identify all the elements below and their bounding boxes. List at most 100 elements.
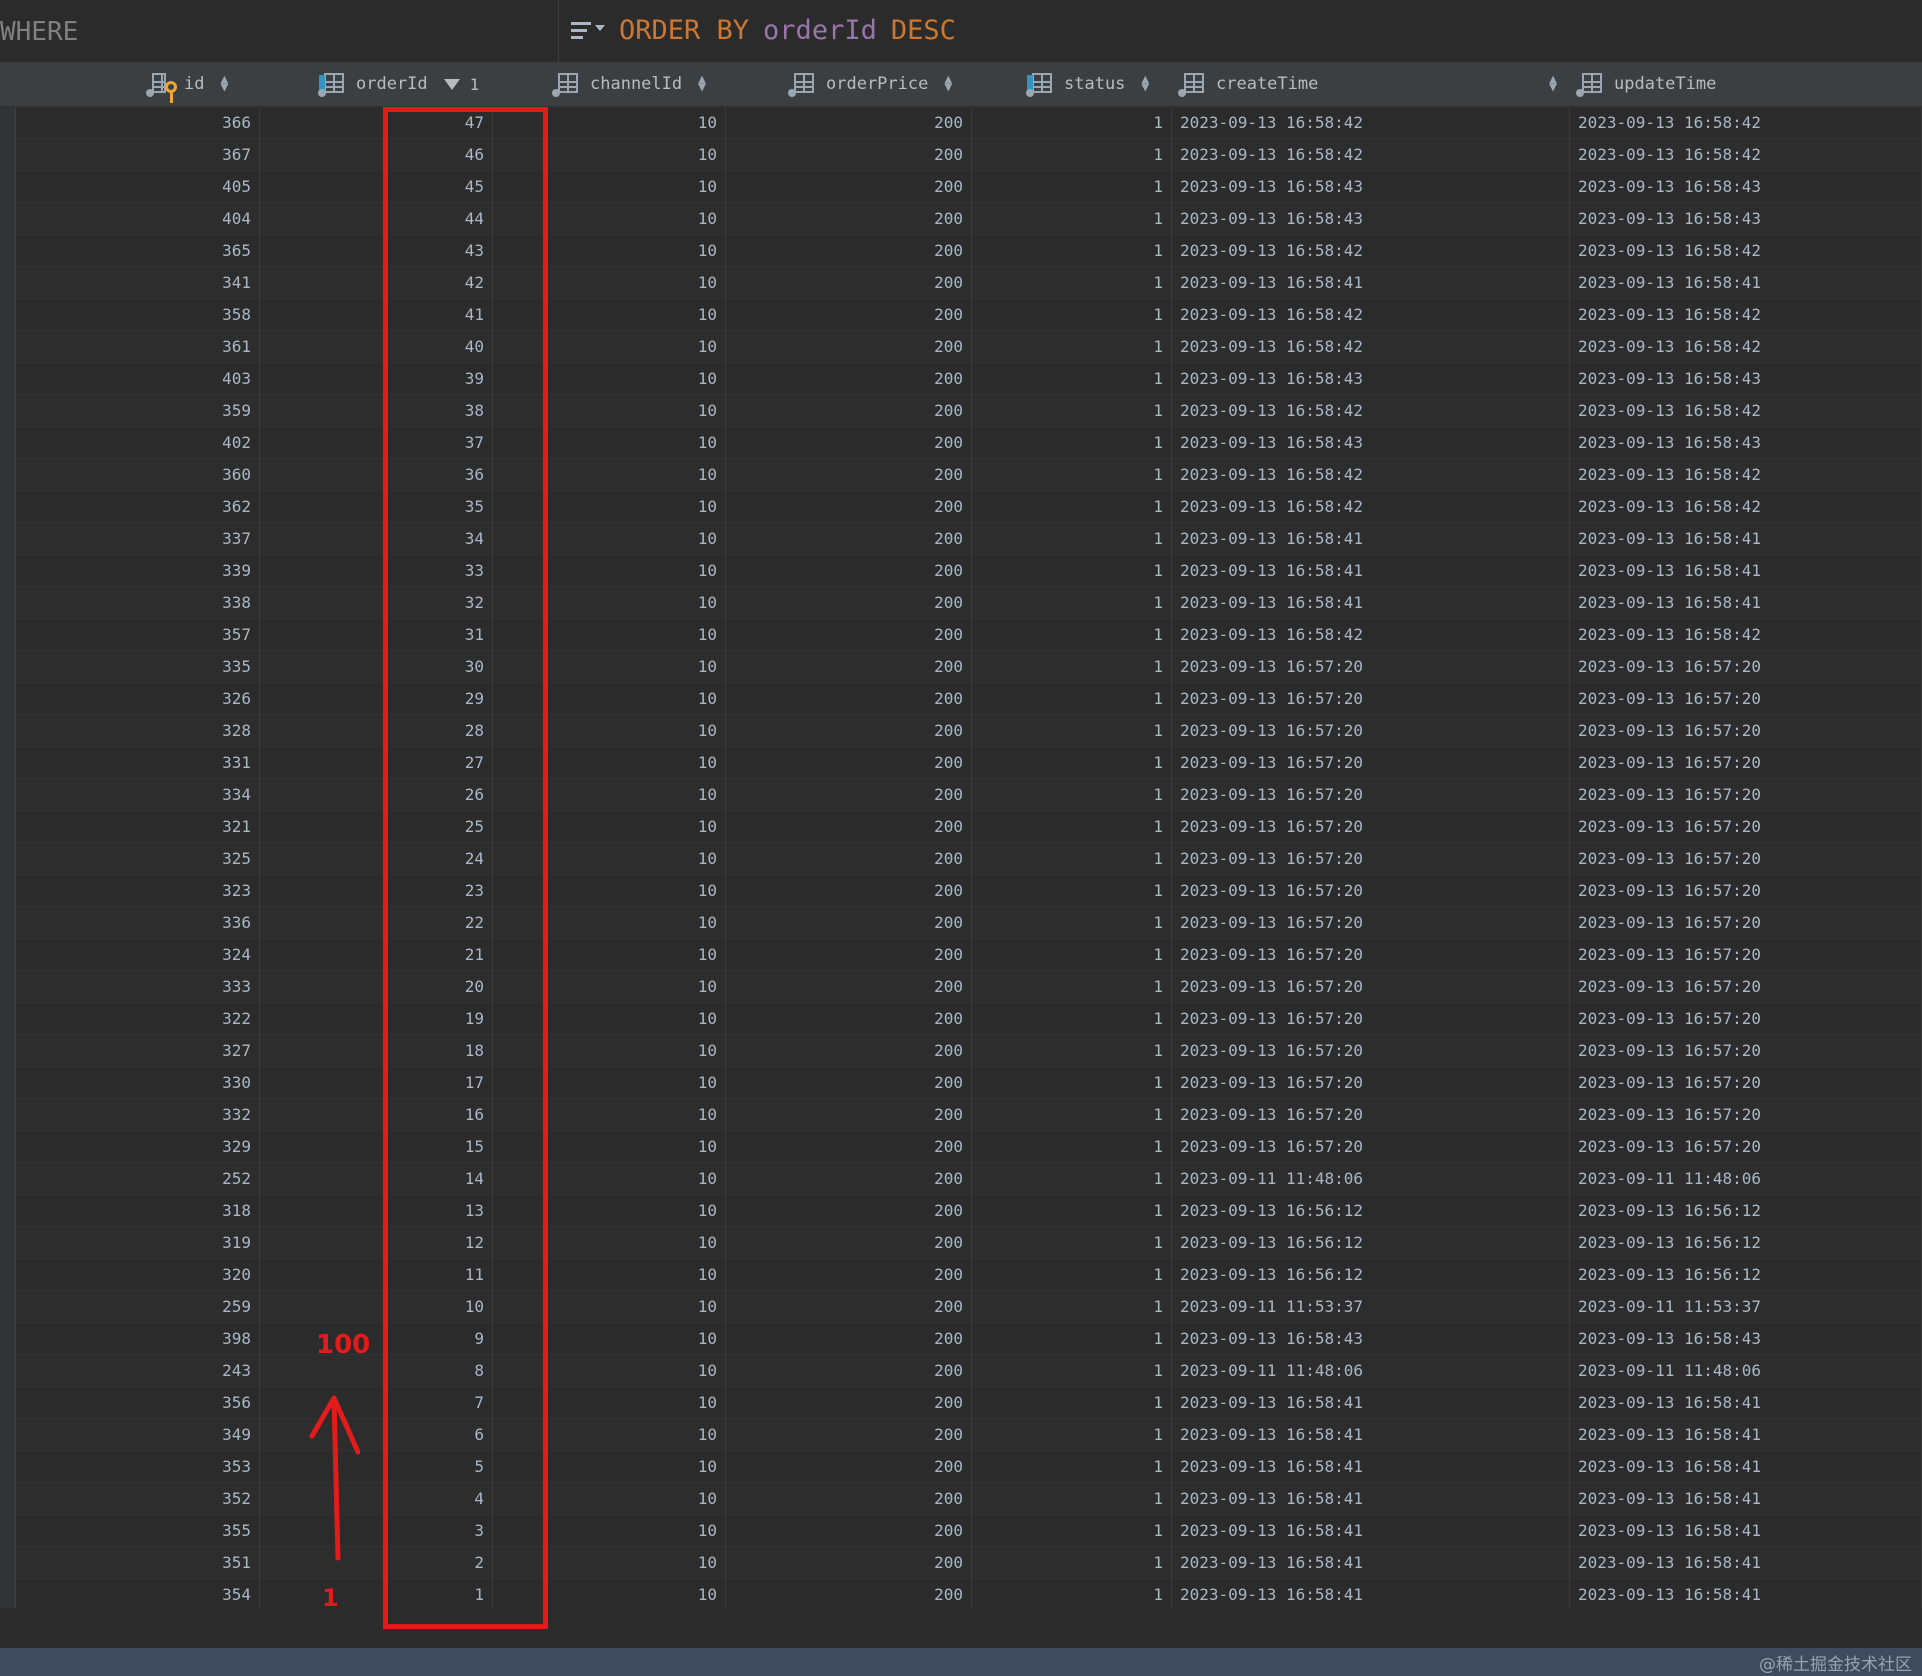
cell-orderId[interactable]: 6 [260, 1419, 493, 1451]
cell-channelId[interactable]: 10 [493, 235, 726, 267]
cell-createTime[interactable]: 2023-09-13 16:58:41 [1172, 1483, 1570, 1515]
cell-orderPrice[interactable]: 200 [726, 971, 972, 1003]
cell-orderId[interactable]: 45 [260, 171, 493, 203]
row-gutter[interactable] [0, 779, 16, 811]
cell-orderId[interactable]: 26 [260, 779, 493, 811]
cell-orderPrice[interactable]: 200 [726, 235, 972, 267]
cell-orderId[interactable]: 22 [260, 907, 493, 939]
cell-createTime[interactable]: 2023-09-13 16:57:20 [1172, 1131, 1570, 1163]
cell-updateTime[interactable]: 2023-09-13 16:58:43 [1570, 171, 1922, 203]
cell-orderPrice[interactable]: 200 [726, 587, 972, 619]
cell-status[interactable]: 1 [972, 107, 1172, 139]
cell-updateTime[interactable]: 2023-09-13 16:58:42 [1570, 331, 1922, 363]
table-row[interactable]: 322 19 10 200 1 2023-09-13 16:57:20 2023-09-13… [0, 1003, 1922, 1035]
cell-id[interactable]: 361 [15, 331, 260, 363]
cell-id[interactable]: 330 [15, 1067, 260, 1099]
cell-channelId[interactable]: 10 [493, 747, 726, 779]
column-header-channelId[interactable]: channelId ▲ ▼ [552, 62, 706, 106]
cell-status[interactable]: 1 [972, 875, 1172, 907]
cell-status[interactable]: 1 [972, 1003, 1172, 1035]
cell-id[interactable]: 367 [15, 139, 260, 171]
cell-channelId[interactable]: 10 [493, 1067, 726, 1099]
cell-updateTime[interactable]: 2023-09-13 16:58:43 [1570, 363, 1922, 395]
cell-orderId[interactable]: 32 [260, 587, 493, 619]
row-gutter[interactable] [0, 1099, 16, 1131]
cell-id[interactable]: 349 [15, 1419, 260, 1451]
cell-channelId[interactable]: 10 [493, 1003, 726, 1035]
cell-orderId[interactable]: 12 [260, 1227, 493, 1259]
cell-createTime[interactable]: 2023-09-13 16:58:42 [1172, 491, 1570, 523]
cell-createTime[interactable]: 2023-09-13 16:58:41 [1172, 523, 1570, 555]
cell-createTime[interactable]: 2023-09-13 16:58:43 [1172, 427, 1570, 459]
cell-id[interactable]: 331 [15, 747, 260, 779]
cell-createTime[interactable]: 2023-09-13 16:58:42 [1172, 459, 1570, 491]
row-gutter[interactable] [0, 747, 16, 779]
cell-id[interactable]: 353 [15, 1451, 260, 1483]
cell-channelId[interactable]: 10 [493, 1419, 726, 1451]
row-gutter[interactable] [0, 1035, 16, 1067]
column-header-updateTime[interactable]: updateTime [1576, 62, 1716, 106]
cell-status[interactable]: 1 [972, 843, 1172, 875]
cell-createTime[interactable]: 2023-09-13 16:57:20 [1172, 843, 1570, 875]
cell-id[interactable]: 328 [15, 715, 260, 747]
table-row[interactable]: 361 40 10 200 1 2023-09-13 16:58:42 2023-09-13… [0, 331, 1922, 363]
cell-channelId[interactable]: 10 [493, 1323, 726, 1355]
table-row[interactable]: 333 20 10 200 1 2023-09-13 16:57:20 2023-09-13… [0, 971, 1922, 1003]
cell-channelId[interactable]: 10 [493, 299, 726, 331]
cell-orderId[interactable]: 29 [260, 683, 493, 715]
cell-channelId[interactable]: 10 [493, 587, 726, 619]
cell-id[interactable]: 362 [15, 491, 260, 523]
row-gutter[interactable] [0, 1227, 16, 1259]
cell-status[interactable]: 1 [972, 1515, 1172, 1547]
cell-createTime[interactable]: 2023-09-13 16:56:12 [1172, 1195, 1570, 1227]
cell-orderPrice[interactable]: 200 [726, 427, 972, 459]
cell-channelId[interactable]: 10 [493, 107, 726, 139]
cell-id[interactable]: 404 [15, 203, 260, 235]
cell-createTime[interactable]: 2023-09-13 16:58:41 [1172, 267, 1570, 299]
cell-updateTime[interactable]: 2023-09-13 16:57:20 [1570, 843, 1922, 875]
cell-channelId[interactable]: 10 [493, 1099, 726, 1131]
row-gutter[interactable] [0, 235, 16, 267]
cell-updateTime[interactable]: 2023-09-13 16:57:20 [1570, 651, 1922, 683]
column-header-createTime[interactable]: createTime ▲ ▼ [1178, 62, 1557, 106]
cell-id[interactable]: 355 [15, 1515, 260, 1547]
cell-updateTime[interactable]: 2023-09-13 16:57:20 [1570, 683, 1922, 715]
cell-createTime[interactable]: 2023-09-13 16:58:42 [1172, 235, 1570, 267]
table-row[interactable]: 321 25 10 200 1 2023-09-13 16:57:20 2023-09-13… [0, 811, 1922, 843]
cell-id[interactable]: 360 [15, 459, 260, 491]
cell-orderPrice[interactable]: 200 [726, 1259, 972, 1291]
cell-createTime[interactable]: 2023-09-13 16:57:20 [1172, 811, 1570, 843]
cell-channelId[interactable]: 10 [493, 427, 726, 459]
row-gutter[interactable] [0, 971, 16, 1003]
table-row[interactable]: 325 24 10 200 1 2023-09-13 16:57:20 2023-09-13… [0, 843, 1922, 875]
cell-orderPrice[interactable]: 200 [726, 1483, 972, 1515]
cell-orderId[interactable]: 13 [260, 1195, 493, 1227]
cell-createTime[interactable]: 2023-09-13 16:57:20 [1172, 651, 1570, 683]
cell-updateTime[interactable]: 2023-09-11 11:48:06 [1570, 1163, 1922, 1195]
table-row[interactable]: 259 10 10 200 1 2023-09-11 11:53:37 2023-09-11… [0, 1291, 1922, 1323]
cell-id[interactable]: 352 [15, 1483, 260, 1515]
cell-id[interactable]: 338 [15, 587, 260, 619]
cell-updateTime[interactable]: 2023-09-13 16:58:42 [1570, 459, 1922, 491]
cell-orderId[interactable]: 46 [260, 139, 493, 171]
table-row[interactable]: 362 35 10 200 1 2023-09-13 16:58:42 2023-09-13… [0, 491, 1922, 523]
table-row[interactable]: 353 5 10 200 1 2023-09-13 16:58:41 2023-09-13 … [0, 1451, 1922, 1483]
cell-status[interactable]: 1 [972, 1035, 1172, 1067]
cell-channelId[interactable]: 10 [493, 907, 726, 939]
table-row[interactable]: 339 33 10 200 1 2023-09-13 16:58:41 2023-09-13… [0, 555, 1922, 587]
cell-orderPrice[interactable]: 200 [726, 1035, 972, 1067]
cell-orderPrice[interactable]: 200 [726, 619, 972, 651]
cell-updateTime[interactable]: 2023-09-13 16:58:42 [1570, 139, 1922, 171]
cell-status[interactable]: 1 [972, 587, 1172, 619]
cell-status[interactable]: 1 [972, 1099, 1172, 1131]
cell-channelId[interactable]: 10 [493, 1259, 726, 1291]
row-gutter[interactable] [0, 907, 16, 939]
cell-updateTime[interactable]: 2023-09-13 16:57:20 [1570, 747, 1922, 779]
cell-channelId[interactable]: 10 [493, 651, 726, 683]
cell-channelId[interactable]: 10 [493, 203, 726, 235]
cell-orderId[interactable]: 21 [260, 939, 493, 971]
cell-id[interactable]: 357 [15, 619, 260, 651]
cell-createTime[interactable]: 2023-09-13 16:58:42 [1172, 139, 1570, 171]
cell-orderPrice[interactable]: 200 [726, 1003, 972, 1035]
cell-updateTime[interactable]: 2023-09-13 16:58:42 [1570, 491, 1922, 523]
